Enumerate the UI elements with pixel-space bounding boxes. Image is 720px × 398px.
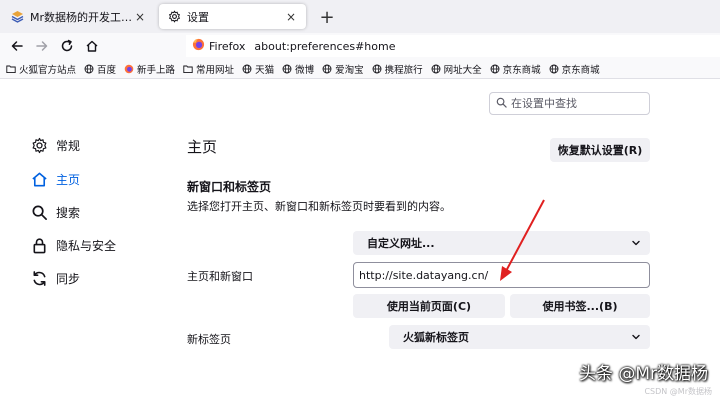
settings-search-input[interactable] <box>511 97 641 110</box>
forward-icon[interactable] <box>32 36 52 56</box>
bookmark-label: 新手上路 <box>137 64 176 76</box>
tab-title: 设置 <box>187 10 209 24</box>
bookmark-label: 常用网址 <box>196 64 235 76</box>
settings-search[interactable] <box>489 92 650 115</box>
globe-icon <box>84 64 97 74</box>
restore-defaults-button[interactable]: 恢复默认设置(R) <box>550 138 650 162</box>
bookmark-item[interactable]: 百度 <box>84 62 116 76</box>
category-label: 主页 <box>56 172 81 187</box>
search-icon <box>30 203 48 221</box>
category-search[interactable]: 搜索 <box>30 201 130 223</box>
bookmark-item[interactable]: 火狐官方站点 <box>6 62 76 76</box>
tab-settings[interactable]: 设置 × <box>159 4 306 29</box>
gear-icon <box>167 10 181 24</box>
homepage-url-input[interactable] <box>353 262 650 288</box>
bookmark-item[interactable]: 京东商城 <box>549 62 600 76</box>
home-icon[interactable] <box>82 36 102 56</box>
home-icon <box>30 170 48 188</box>
bookmark-item[interactable]: 常用网址 <box>183 62 234 76</box>
bookmark-label: 京东商城 <box>502 64 541 76</box>
category-sync[interactable]: 同步 <box>30 267 130 289</box>
lock-icon <box>30 236 48 254</box>
bookmark-label: 火狐官方站点 <box>19 64 77 76</box>
bookmark-label: 天猫 <box>255 64 275 76</box>
chevron-down-icon <box>622 332 650 342</box>
sync-icon <box>30 269 48 287</box>
globe-icon <box>431 64 444 74</box>
globe-icon <box>490 64 503 74</box>
folder-icon <box>6 64 19 74</box>
globe-icon <box>322 64 335 74</box>
nav-bar: Firefox about:preferences#home <box>0 33 720 59</box>
category-label: 隐私与安全 <box>56 238 117 253</box>
tab-strip: Mr数据杨的开发工程网址导航 × 设置 × + <box>0 0 720 33</box>
bookmark-item[interactable]: 天猫 <box>242 62 274 76</box>
bookmark-label: 微博 <box>295 64 315 76</box>
category-label: 搜索 <box>56 205 81 220</box>
firefox-icon <box>124 64 137 74</box>
close-tab-icon[interactable]: × <box>133 10 147 24</box>
category-label: 同步 <box>56 271 81 286</box>
dropdown-value: 火狐新标签页 <box>403 331 469 344</box>
globe-icon <box>372 64 385 74</box>
bookmark-item[interactable]: 网址大全 <box>431 62 482 76</box>
globe-icon <box>282 64 295 74</box>
dropdown-value: 自定义网址... <box>367 237 435 250</box>
bookmark-item[interactable]: 新手上路 <box>124 62 175 76</box>
use-current-page-button[interactable]: 使用当前页面(C) <box>353 294 505 318</box>
bookmark-label: 爱淘宝 <box>335 64 364 76</box>
firefox-icon <box>192 38 205 54</box>
section-description: 选择您打开主页、新窗口和新标签页时要看到的内容。 <box>187 200 451 213</box>
category-privacy[interactable]: 隐私与安全 <box>30 234 130 256</box>
folder-icon <box>183 64 196 74</box>
gear-icon <box>30 136 48 154</box>
bookmarks-toolbar: 火狐官方站点 百度 新手上路 常用网址 天猫 微博 爱淘宝 携程旅行 网址大全 京东商城 京东商城 <box>0 59 720 79</box>
bookmark-label: 网址大全 <box>443 64 482 76</box>
tab-title: Mr数据杨的开发工程网址导航 <box>30 10 133 24</box>
stack-icon <box>10 10 24 24</box>
url-bar[interactable]: Firefox about:preferences#home <box>186 35 720 57</box>
category-general[interactable]: 常规 <box>30 134 130 156</box>
bookmark-item[interactable]: 携程旅行 <box>372 62 423 76</box>
preferences-page: 常规 主页 搜索 隐私与安全 同步 主页 恢复默认设置(R) <box>0 80 720 398</box>
url-text[interactable]: about:preferences#home <box>254 40 395 53</box>
globe-icon <box>242 64 255 74</box>
category-home[interactable]: 主页 <box>30 168 130 190</box>
bookmark-label: 携程旅行 <box>384 64 423 76</box>
identity-box[interactable]: Firefox <box>192 38 254 54</box>
use-bookmark-button[interactable]: 使用书签...(B) <box>510 294 650 318</box>
bookmark-item[interactable]: 微博 <box>282 62 314 76</box>
homepage-label: 主页和新窗口 <box>187 270 253 283</box>
reload-icon[interactable] <box>57 36 77 56</box>
homepage-mode-dropdown[interactable]: 自定义网址... <box>353 231 650 255</box>
close-tab-icon[interactable]: × <box>284 10 298 24</box>
bookmark-label: 百度 <box>97 64 117 76</box>
search-icon <box>496 97 507 111</box>
newtab-label: 新标签页 <box>187 333 231 346</box>
bookmark-label: 京东商城 <box>561 64 600 76</box>
section-title: 新窗口和标签页 <box>187 180 272 194</box>
csdn-watermark: CSDN @Mr数据杨 <box>644 387 712 396</box>
chevron-down-icon <box>622 238 650 248</box>
bookmark-item[interactable]: 爱淘宝 <box>322 62 364 76</box>
globe-icon <box>549 64 562 74</box>
category-label: 常规 <box>56 138 81 153</box>
page-title: 主页 <box>187 138 218 156</box>
back-icon[interactable] <box>7 36 27 56</box>
tab-navigation-site[interactable]: Mr数据杨的开发工程网址导航 × <box>2 4 155 29</box>
new-tab-button[interactable]: + <box>316 6 338 28</box>
watermark: 头条 @Mr数据杨 <box>578 364 708 384</box>
identity-label: Firefox <box>209 39 246 53</box>
bookmark-item[interactable]: 京东商城 <box>490 62 541 76</box>
newtab-dropdown[interactable]: 火狐新标签页 <box>389 325 650 349</box>
